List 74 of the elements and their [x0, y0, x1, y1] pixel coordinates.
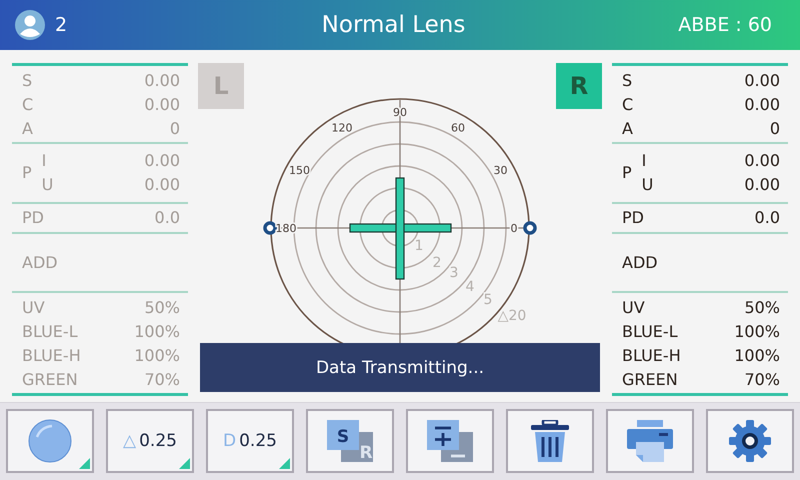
row-value: 0.0 — [154, 208, 180, 228]
row-label: I — [42, 151, 46, 170]
settings-icon — [728, 419, 772, 463]
row-value: 0.00 — [744, 94, 780, 114]
row-value: 0.00 — [144, 70, 180, 90]
screen-title: Normal Lens — [322, 12, 466, 38]
row-label: U — [42, 175, 54, 194]
toolbar-button[interactable]: S R — [306, 409, 394, 473]
corner-mark-icon — [279, 458, 290, 469]
row-label: C — [22, 94, 34, 114]
row-value: 0.00 — [144, 94, 180, 114]
row-value: 70% — [144, 370, 180, 388]
row-label: BLUE-H — [622, 346, 681, 364]
row-value: 100% — [134, 322, 180, 340]
lens-icon — [28, 419, 72, 463]
row-value: 0 — [170, 118, 180, 138]
ring-label: 5 — [484, 292, 492, 308]
prism-label: P — [622, 163, 632, 182]
row-label: I — [642, 151, 646, 170]
prism-label: P — [22, 163, 32, 182]
row-value: 0.00 — [744, 151, 780, 170]
row-label: A — [622, 118, 633, 138]
row-label: UV — [622, 298, 645, 316]
row-value: 0.00 — [744, 175, 780, 194]
ring-label: 2 — [432, 255, 442, 271]
toolbar-button[interactable] — [706, 409, 794, 473]
user-count: 2 — [55, 14, 68, 36]
row-label: ADD — [22, 252, 58, 272]
row-value: 0.00 — [744, 70, 780, 90]
toolbar-button[interactable] — [506, 409, 594, 473]
toolbar-button[interactable]: D 0.25 — [206, 409, 294, 473]
row-label: U — [642, 175, 654, 194]
ring-label: 3 — [450, 265, 458, 281]
abbe-value: ABBE : 60 — [677, 14, 772, 36]
row-value: 50% — [744, 298, 780, 316]
ring-label: 4 — [466, 279, 474, 295]
row-label: PD — [22, 208, 44, 228]
trash-icon — [530, 420, 570, 462]
row-label: S — [22, 70, 32, 90]
row-label: UV — [22, 298, 45, 316]
corner-mark-icon — [79, 458, 90, 469]
angle-label: 30 — [493, 164, 508, 177]
row-value: 50% — [144, 298, 180, 316]
row-label: GREEN — [22, 370, 78, 388]
angle-label: 120 — [332, 122, 352, 135]
row-label: GREEN — [622, 370, 678, 388]
toolbar-button[interactable] — [406, 409, 494, 473]
row-label: PD — [622, 208, 644, 228]
row-label: BLUE-L — [622, 322, 678, 340]
angle-label: 60 — [451, 122, 465, 135]
printer-icon — [627, 420, 673, 462]
row-value: 0.00 — [144, 151, 180, 170]
row-value: 0 — [770, 118, 780, 138]
row-value: 100% — [134, 346, 180, 364]
corner-mark-icon — [179, 458, 190, 469]
ring-label: △20 — [498, 308, 526, 324]
row-value: 100% — [734, 346, 780, 364]
user-icon — [15, 10, 45, 40]
plus-minus-icon — [427, 420, 473, 462]
row-label: A — [22, 118, 33, 138]
row-value: 70% — [744, 370, 780, 388]
toolbar-button[interactable]: △ 0.25 — [106, 409, 194, 473]
angle-label: 150 — [289, 164, 310, 177]
row-value: 0.00 — [144, 175, 180, 194]
row-value: 0.0 — [754, 208, 780, 228]
row-label: BLUE-L — [22, 322, 78, 340]
ring-label: 1 — [414, 238, 424, 254]
row-label: C — [622, 94, 634, 114]
row-label: BLUE-H — [22, 346, 81, 364]
row-label: ADD — [622, 252, 658, 272]
row-value: 100% — [734, 322, 780, 340]
row-label: S — [622, 70, 632, 90]
eye-side-button[interactable]: R — [556, 63, 602, 109]
banner-text: Data Transmitting... — [316, 358, 484, 378]
